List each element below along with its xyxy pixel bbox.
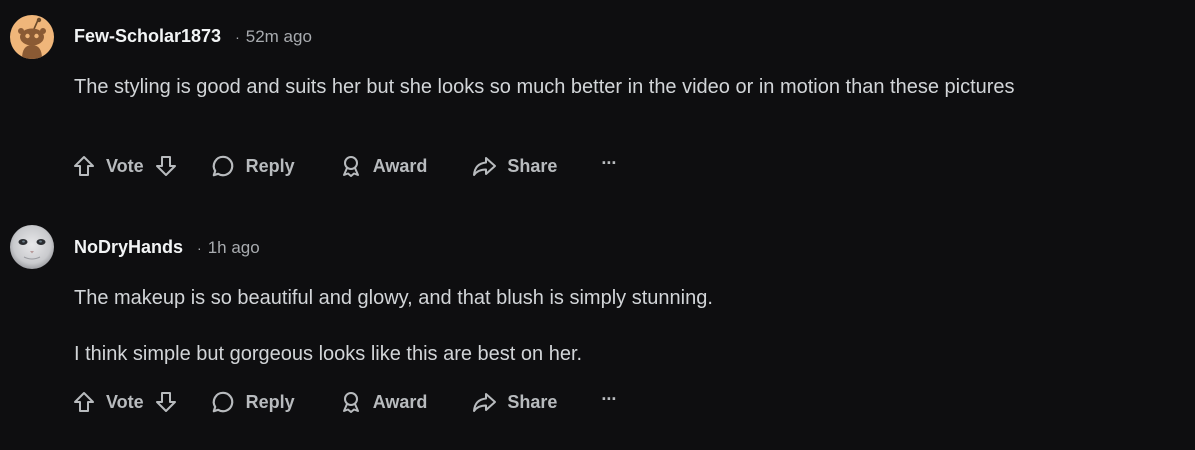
share-label: Share xyxy=(507,391,558,412)
comment-bubble-icon xyxy=(210,153,236,179)
meta-separator: · xyxy=(197,239,202,256)
upvote-icon[interactable] xyxy=(72,390,96,414)
share-icon xyxy=(471,390,497,414)
reply-button[interactable]: Reply xyxy=(210,389,295,415)
timestamp[interactable]: 1h ago xyxy=(208,238,260,258)
vote-group: Vote xyxy=(72,154,178,178)
upvote-icon[interactable] xyxy=(72,154,96,178)
vote-label: Vote xyxy=(106,391,144,412)
award-label: Award xyxy=(372,391,428,412)
award-button[interactable]: Award xyxy=(339,154,428,178)
downvote-icon[interactable] xyxy=(154,390,178,414)
action-bar: Vote Reply Award Share ··· xyxy=(72,386,617,418)
share-icon xyxy=(471,154,497,178)
share-button[interactable]: Share xyxy=(471,390,557,414)
avatar[interactable] xyxy=(10,225,54,269)
share-label: Share xyxy=(507,155,558,176)
avatar[interactable] xyxy=(10,15,54,59)
reply-label: Reply xyxy=(245,391,295,412)
comment-meta: NoDryHands · 1h ago xyxy=(74,237,260,258)
cat-photo-avatar xyxy=(10,225,54,269)
comment-paragraph: The makeup is so beautiful and glowy, an… xyxy=(74,287,713,309)
comment-body: The styling is good and suits her but sh… xyxy=(74,72,1114,103)
share-button[interactable]: Share xyxy=(471,154,557,178)
comment-meta: Few-Scholar1873 · 52m ago xyxy=(74,26,312,47)
vote-label: Vote xyxy=(106,155,144,176)
award-icon xyxy=(339,390,363,414)
award-icon xyxy=(339,154,363,178)
award-label: Award xyxy=(372,155,428,176)
award-button[interactable]: Award xyxy=(339,390,428,414)
timestamp[interactable]: 52m ago xyxy=(246,27,312,47)
username[interactable]: Few-Scholar1873 xyxy=(74,26,221,47)
comment-paragraph: I think simple but gorgeous looks like t… xyxy=(74,343,583,365)
comment-paragraph: The styling is good and suits her but sh… xyxy=(74,76,1015,98)
vote-group: Vote xyxy=(72,390,178,414)
more-options-icon[interactable]: ··· xyxy=(601,153,617,174)
meta-separator: · xyxy=(235,28,240,45)
reply-button[interactable]: Reply xyxy=(210,153,295,179)
username[interactable]: NoDryHands xyxy=(74,237,183,258)
reply-label: Reply xyxy=(245,155,295,176)
downvote-icon[interactable] xyxy=(154,154,178,178)
comment-bubble-icon xyxy=(210,389,236,415)
snoo-avatar-icon xyxy=(10,15,54,59)
action-bar: Vote Reply Award Share ··· xyxy=(72,150,617,182)
more-options-icon[interactable]: ··· xyxy=(601,389,617,410)
comment-body: The makeup is so beautiful and glowy, an… xyxy=(74,283,1114,370)
